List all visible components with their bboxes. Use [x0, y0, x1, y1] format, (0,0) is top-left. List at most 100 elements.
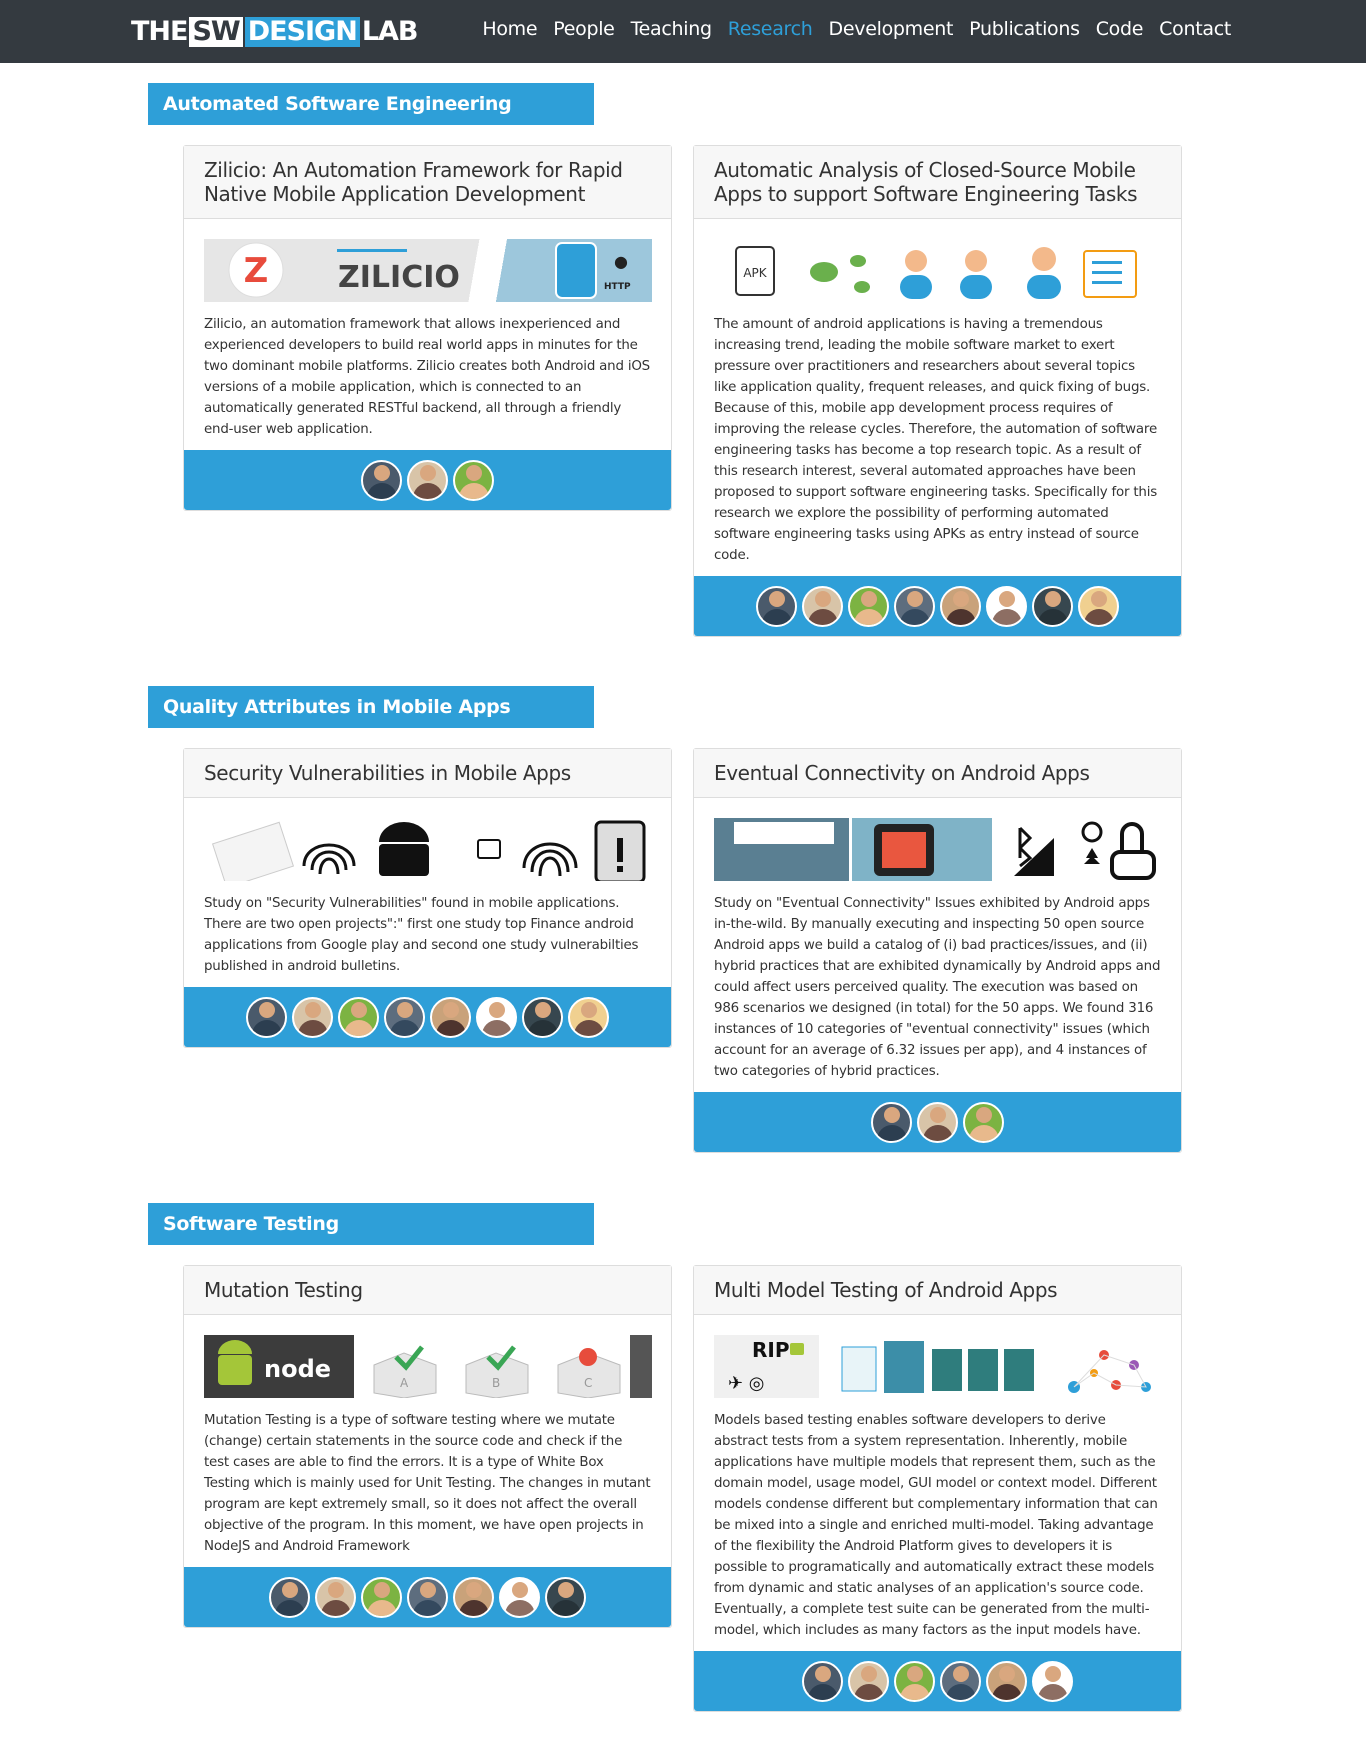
card-footer-authors: [184, 1567, 671, 1627]
author-avatar[interactable]: [453, 459, 494, 501]
nav-people[interactable]: People: [553, 18, 615, 40]
author-avatar[interactable]: [1032, 585, 1073, 627]
avatar-body: [504, 1599, 535, 1616]
avatar-head: [396, 1001, 413, 1018]
author-avatar[interactable]: [871, 1101, 912, 1143]
zilicio-banner: Z ZILICIO ● HTTP: [204, 239, 652, 302]
avatar-body: [297, 1019, 328, 1036]
author-avatar[interactable]: [407, 459, 448, 501]
author-avatar[interactable]: [848, 1660, 889, 1702]
author-avatar[interactable]: [407, 1576, 448, 1618]
author-avatar[interactable]: [499, 1576, 540, 1618]
author-avatar[interactable]: [802, 1660, 843, 1702]
site-logo[interactable]: THE SW DESIGN LAB: [131, 17, 418, 47]
svg-text:A: A: [400, 1376, 409, 1390]
svg-text:RIP: RIP: [752, 1338, 790, 1362]
author-avatar[interactable]: [894, 585, 935, 627]
author-avatar[interactable]: [292, 996, 333, 1038]
avatar-head: [327, 1581, 344, 1598]
avatar-head: [814, 1665, 831, 1682]
author-avatar[interactable]: [848, 585, 889, 627]
avatar-body: [435, 1019, 466, 1036]
author-avatar[interactable]: [453, 1576, 494, 1618]
touch-icon: [1110, 822, 1156, 880]
author-avatar[interactable]: [338, 996, 379, 1038]
avatar-body: [899, 608, 930, 625]
card-title[interactable]: Zilicio: An Automation Framework for Rap…: [184, 146, 671, 219]
avatar-body: [1037, 608, 1068, 625]
nav-home[interactable]: Home: [482, 18, 537, 40]
author-avatar[interactable]: [476, 996, 517, 1038]
author-avatar[interactable]: [246, 996, 287, 1038]
nav-menu: Home People Teaching Research Developmen…: [466, 18, 1231, 40]
section-title-testing: Software Testing: [148, 1203, 594, 1245]
author-avatar[interactable]: [545, 1576, 586, 1618]
nav-contact[interactable]: Contact: [1159, 18, 1231, 40]
nav-research[interactable]: Research: [728, 18, 813, 40]
avatar-body: [853, 608, 884, 625]
avatar-body: [412, 1599, 443, 1616]
avatar-head: [929, 1106, 946, 1123]
card-description: Mutation Testing is a type of software t…: [204, 1413, 651, 1554]
author-avatar[interactable]: [269, 1576, 310, 1618]
author-avatar[interactable]: [384, 996, 425, 1038]
avatar-head: [580, 1001, 597, 1018]
avatar-body: [968, 1124, 999, 1141]
card-title[interactable]: Eventual Connectivity on Android Apps: [694, 749, 1181, 798]
avatar-body: [458, 1599, 489, 1616]
avatar-body: [458, 482, 489, 499]
android-icon: [790, 1343, 804, 1355]
card-title[interactable]: Security Vulnerabilities in Mobile Apps: [184, 749, 671, 798]
avatar-body: [807, 608, 838, 625]
sensor-icons: ✈ ◎: [728, 1373, 765, 1394]
card-title[interactable]: Mutation Testing: [184, 1266, 671, 1315]
avatar-head: [304, 1001, 321, 1018]
card-description: Study on "Security Vulnerabilities" foun…: [204, 896, 639, 974]
svg-text:B: B: [492, 1376, 500, 1390]
author-avatar[interactable]: [1078, 585, 1119, 627]
author-avatar[interactable]: [361, 1576, 402, 1618]
avatar-body: [991, 1683, 1022, 1700]
nav-code[interactable]: Code: [1096, 18, 1144, 40]
author-avatar[interactable]: [940, 585, 981, 627]
card-description: Study on "Eventual Connectivity" Issues …: [714, 896, 1161, 1079]
author-avatar[interactable]: [802, 585, 843, 627]
security-banner: [204, 818, 652, 881]
avatar-body: [1083, 608, 1114, 625]
card-description: Models based testing enables software de…: [714, 1413, 1158, 1638]
avatar-head: [860, 1665, 877, 1682]
card-title[interactable]: Automatic Analysis of Closed-Source Mobi…: [694, 146, 1181, 219]
author-avatar[interactable]: [917, 1101, 958, 1143]
author-avatar[interactable]: [940, 1660, 981, 1702]
author-avatar[interactable]: [986, 1660, 1027, 1702]
bluetooth-icon: [1018, 826, 1033, 868]
mutation-banner: node A B C: [204, 1335, 652, 1398]
author-avatar[interactable]: [315, 1576, 356, 1618]
avatar-head: [373, 1581, 390, 1598]
author-avatar[interactable]: [894, 1660, 935, 1702]
airplane-icon: [1084, 848, 1100, 864]
nav-teaching[interactable]: Teaching: [631, 18, 712, 40]
author-avatar[interactable]: [361, 459, 402, 501]
android-icon: [379, 822, 429, 876]
card-mutation-testing: Mutation Testing node A B C Mutation Tes…: [183, 1265, 672, 1628]
author-avatar[interactable]: [568, 996, 609, 1038]
author-avatar[interactable]: [756, 585, 797, 627]
card-title[interactable]: Multi Model Testing of Android Apps: [694, 1266, 1181, 1315]
bug-icon-small: [854, 281, 870, 293]
author-avatar[interactable]: [430, 996, 471, 1038]
avatar-body: [876, 1124, 907, 1141]
avatar-body: [573, 1019, 604, 1036]
avatar-body: [899, 1683, 930, 1700]
author-avatar[interactable]: [986, 585, 1027, 627]
avatar-head: [465, 1581, 482, 1598]
nav-development[interactable]: Development: [829, 18, 954, 40]
avatar-head: [419, 464, 436, 481]
author-avatar[interactable]: [1032, 1660, 1073, 1702]
avatar-body: [945, 1683, 976, 1700]
author-avatar[interactable]: [963, 1101, 1004, 1143]
author-avatar[interactable]: [522, 996, 563, 1038]
nav-publications[interactable]: Publications: [969, 18, 1080, 40]
avatar-body: [807, 1683, 838, 1700]
avatar-head: [906, 590, 923, 607]
